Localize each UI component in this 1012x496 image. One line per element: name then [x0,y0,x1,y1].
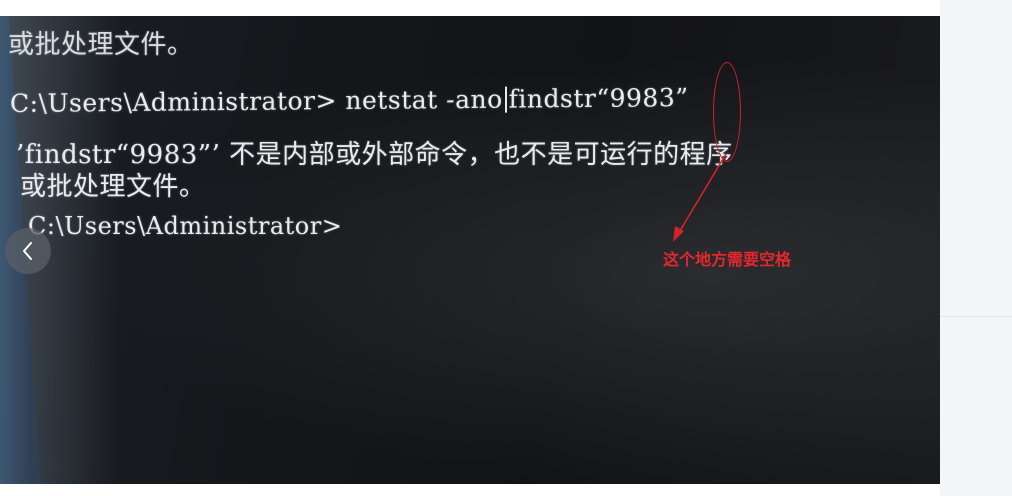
panel-divider [940,316,1012,317]
annotation-label: 这个地方需要空格 [663,250,792,269]
image-viewer: 或批处理文件。 C:\Users\Administrator> netstat … [0,0,1012,496]
chevron-left-icon [23,242,32,260]
terminal-prompt-line: C:\Users\Administrator> [28,212,343,240]
bottom-strip [0,484,940,496]
side-panel [940,0,1012,496]
terminal-error-line-2: 或批处理文件。 [20,172,206,202]
command-prompt: C:\Users\Administrator> [10,86,337,118]
previous-image-button[interactable] [5,228,51,274]
command-netstat: netstat -ano [336,84,503,116]
terminal-line-top: 或批处理文件。 [8,30,194,60]
terminal-command-line: C:\Users\Administrator> netstat -ano find… [10,83,689,118]
screenshot-photo: 或批处理文件。 C:\Users\Administrator> netstat … [0,16,940,484]
command-findstr: findstr“9983” [508,83,689,114]
annotation-ellipse [713,62,741,162]
pipe-symbol [504,86,507,113]
